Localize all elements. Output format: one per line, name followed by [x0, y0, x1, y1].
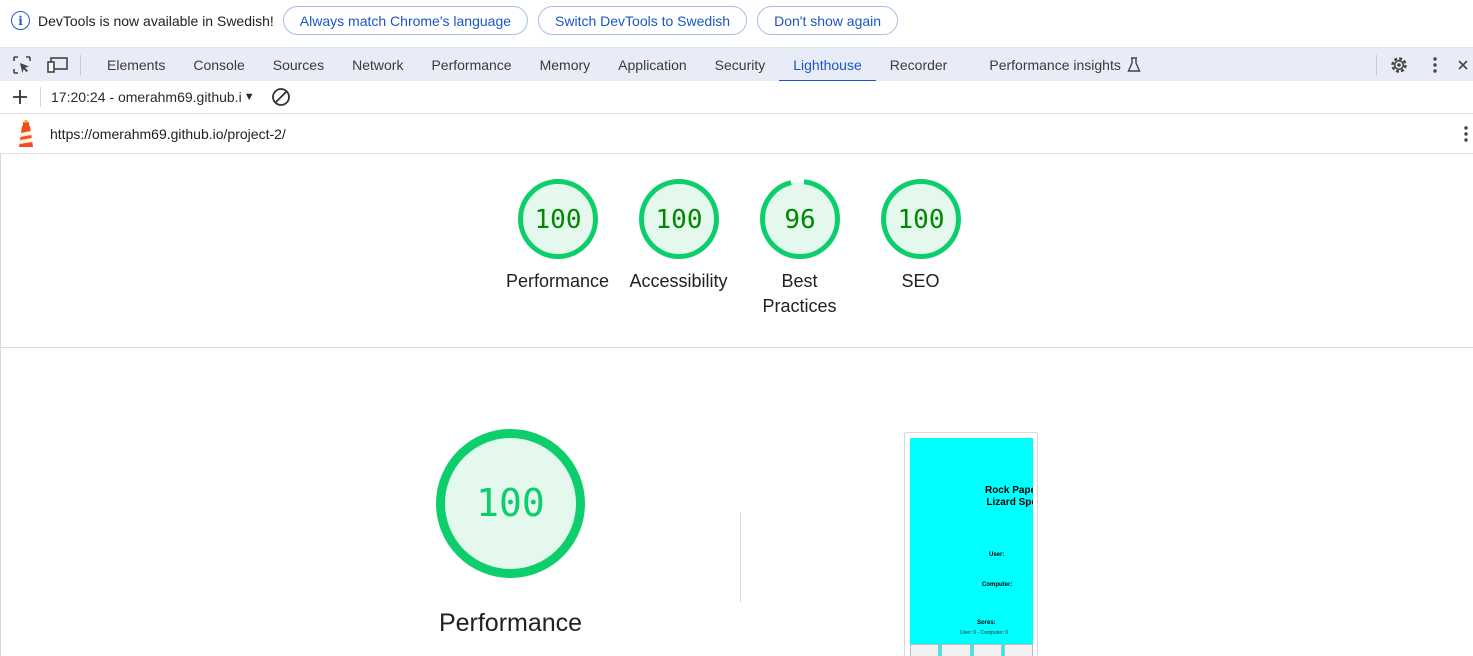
gauge-label: Accessibility	[629, 271, 728, 291]
device-toolbar-icon[interactable]	[40, 48, 76, 82]
devtools-tabbar: Elements Console Sources Network Perform…	[0, 47, 1473, 82]
tab-separator	[80, 54, 81, 75]
tabbar-actions	[1372, 48, 1473, 82]
performance-main-gauge: 100	[436, 429, 585, 578]
clear-reports-icon[interactable]	[263, 80, 299, 114]
close-devtools-icon[interactable]	[1453, 48, 1473, 82]
thumbnail-choice-image	[941, 644, 971, 656]
score-gauges: 100 Performance 100 Accessibility 96 Bes…	[497, 177, 981, 319]
gauge-seo[interactable]: 100 SEO	[860, 177, 981, 319]
lighthouse-toolbar: 17:20:24 - omerahm69.github.i ▼	[0, 81, 1473, 114]
caret-down-icon: ▼	[243, 91, 255, 103]
new-report-plus-icon[interactable]	[0, 80, 40, 114]
tab-performance[interactable]: Performance	[417, 48, 525, 82]
gauge-value: 100	[897, 205, 944, 235]
thumbnail-user: User:	[989, 552, 1005, 558]
thumbnail-computer: Computer:	[982, 582, 1013, 588]
match-language-button[interactable]: Always match Chrome's language	[282, 6, 529, 35]
experiment-flask-icon	[1127, 56, 1141, 72]
tab-recorder[interactable]: Recorder	[876, 48, 962, 82]
tab-security[interactable]: Security	[701, 48, 780, 82]
thumbnail-score-line: User: 0 - Computer: 0	[960, 630, 1009, 636]
gauge-label: Best Practices	[762, 271, 837, 316]
thumbnail-choice-image	[910, 644, 940, 656]
gauge-performance[interactable]: 100 Performance	[497, 177, 618, 319]
gauge-label: Performance	[505, 271, 610, 291]
info-icon: i	[11, 11, 30, 30]
report-select-dropdown[interactable]: 17:20:24 - omerahm69.github.i ▼	[51, 89, 255, 105]
report-url-bar: https://omerahm69.github.io/project-2/	[0, 114, 1473, 154]
final-screenshot-thumbnail[interactable]: Rock Paper Scisso Lizard Spock Gam User:…	[904, 432, 1038, 656]
tab-sources[interactable]: Sources	[259, 48, 338, 82]
thumbnail-title: Rock Paper Scisso Lizard Spock Gam	[930, 485, 1033, 509]
gauge-label: SEO	[901, 271, 940, 291]
more-options-icon[interactable]	[1417, 48, 1453, 82]
thumbnail-title-line2: Lizard Spock Gam	[986, 497, 1033, 508]
tab-performance-insights[interactable]: Performance insights	[975, 48, 1155, 82]
infobar-message: DevTools is now available in Swedish!	[38, 12, 274, 29]
gauge-ring: 100	[880, 179, 961, 259]
gauge-ring: 100	[517, 179, 598, 259]
performance-main-value: 100	[476, 481, 545, 525]
thumbnail-choice-images	[910, 644, 1033, 656]
thumbnail-page: Rock Paper Scisso Lizard Spock Gam User:…	[910, 438, 1033, 656]
gauge-value: 100	[534, 205, 581, 235]
gauge-value: 100	[655, 205, 702, 235]
language-infobar: i DevTools is now available in Swedish! …	[0, 0, 1473, 41]
section-divider	[0, 347, 1473, 348]
report-left-border	[0, 154, 1, 656]
gauge-best-practices[interactable]: 96 Best Practices	[739, 177, 860, 319]
gauge-ring: 96	[759, 179, 840, 259]
tab-network[interactable]: Network	[338, 48, 417, 82]
thumbnail-choice-image	[972, 644, 1002, 656]
dont-show-again-button[interactable]: Don't show again	[757, 6, 899, 35]
thumbnail-scores: Sores:	[977, 620, 996, 626]
tab-elements[interactable]: Elements	[93, 48, 179, 82]
tab-application[interactable]: Application	[604, 48, 701, 82]
thumbnail-title-line1: Rock Paper Scisso	[984, 485, 1033, 496]
toolbar-separator	[40, 87, 41, 107]
report-menu-icon[interactable]	[1463, 124, 1473, 144]
gauge-value: 96	[784, 205, 815, 235]
inspect-element-icon[interactable]	[4, 48, 40, 82]
tab-lighthouse[interactable]: Lighthouse	[779, 48, 876, 82]
thumbnail-choice-image	[1003, 644, 1033, 656]
lighthouse-logo-icon	[19, 119, 33, 147]
vertical-separator	[740, 512, 741, 602]
report-select-label: 17:20:24 - omerahm69.github.i	[51, 89, 242, 105]
settings-gear-icon[interactable]	[1381, 48, 1417, 82]
tab-console[interactable]: Console	[179, 48, 258, 82]
gauge-ring: 100	[638, 179, 719, 259]
report-url: https://omerahm69.github.io/project-2/	[50, 125, 286, 142]
tab-performance-insights-label: Performance insights	[989, 56, 1121, 73]
gauge-accessibility[interactable]: 100 Accessibility	[618, 177, 739, 319]
performance-main-label: Performance	[438, 609, 583, 637]
tab-memory[interactable]: Memory	[526, 48, 605, 82]
switch-swedish-button[interactable]: Switch DevTools to Swedish	[538, 6, 748, 35]
tab-separator-right	[1376, 55, 1377, 75]
